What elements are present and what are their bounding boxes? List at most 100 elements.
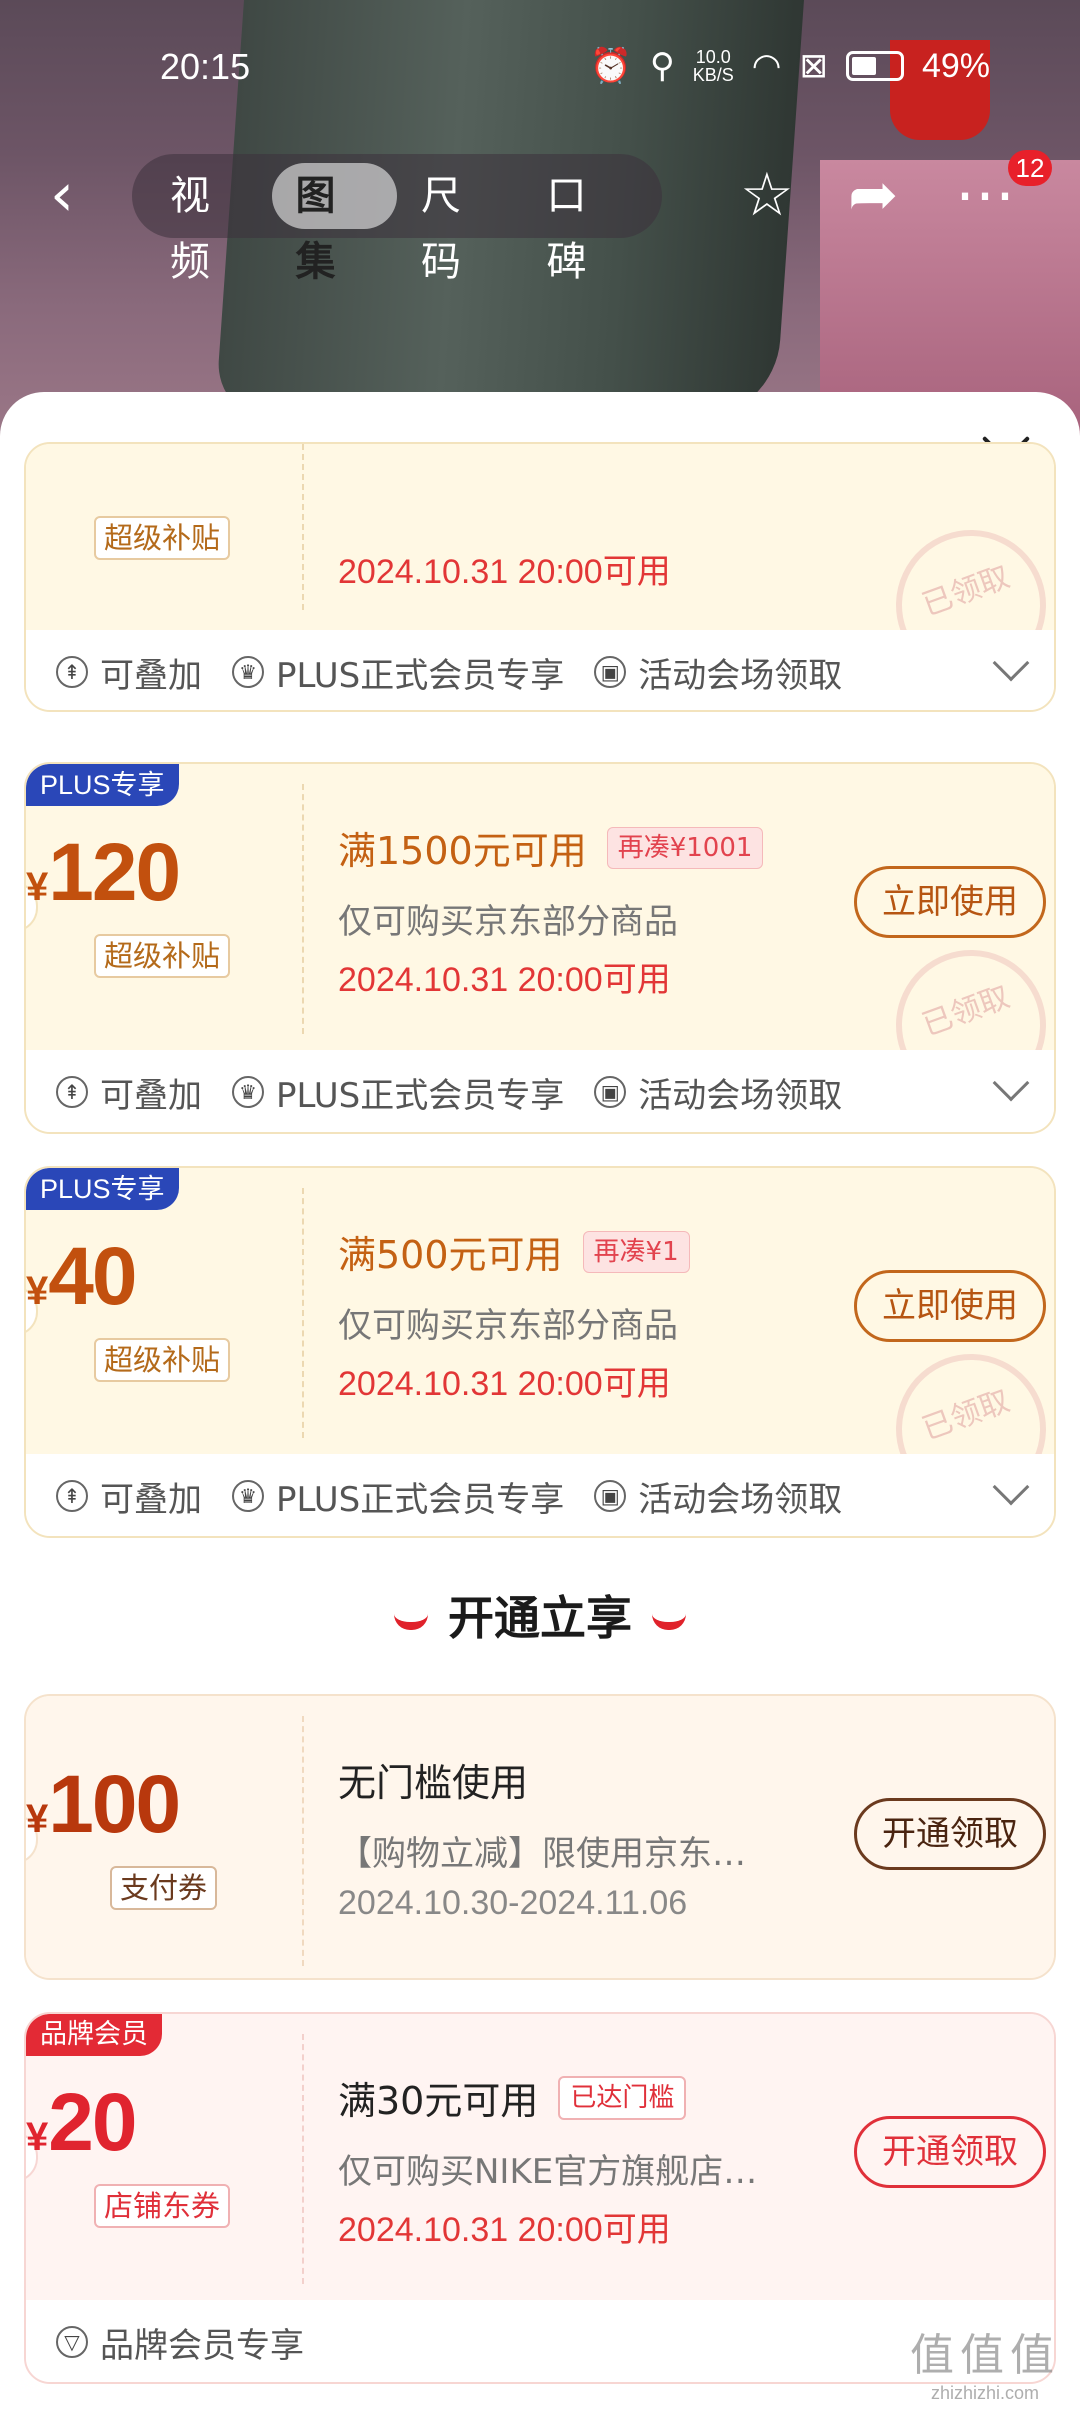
stackable-icon: ⇞ <box>56 1480 88 1512</box>
coupon-card: ¥120 超级补贴 满1500元可用 再凑¥1001 仅可购买京东部分商品 20… <box>24 762 1056 1134</box>
coupon-card: ¥40 超级补贴 满500元可用 再凑¥1 仅可购买京东部分商品 2024.10… <box>24 1166 1056 1538</box>
tab-gallery[interactable]: 图集 <box>271 163 397 285</box>
alarm-icon: ⏰ <box>589 47 632 85</box>
plus-exclusive-badge: PLUS专享 <box>26 1168 179 1210</box>
chevron-down-icon[interactable] <box>992 1468 1030 1506</box>
activate-claim-button[interactable]: 开通领取 <box>854 1798 1046 1870</box>
ticket-icon: ▣ <box>594 1076 627 1108</box>
coupon-footer[interactable]: ⇞ 可叠加 ♛ PLUS正式会员专享 ▣ 活动会场领取 <box>26 630 1054 710</box>
condition-text: 满500元可用 <box>338 1233 563 1277</box>
favorite-star-icon[interactable]: ☆ <box>740 160 794 230</box>
stackable-label: 可叠加 <box>100 1075 202 1116</box>
ticket-icon: ▣ <box>594 1480 627 1512</box>
smile-decoration-icon <box>394 1614 428 1630</box>
plus-member-label: PLUS正式会员专享 <box>276 1075 565 1116</box>
stackable-label: 可叠加 <box>100 1479 202 1520</box>
coupon-valid-date: 2024.10.31 20:00可用 <box>338 553 671 591</box>
brand-member-badge: 品牌会员 <box>26 2014 162 2056</box>
condition-text: 满30元可用 <box>338 2079 539 2123</box>
venue-claim-label: 活动会场领取 <box>638 655 843 696</box>
amount-value: 120 <box>48 827 181 918</box>
status-icons: ⏰ ⚲ 10.0 KB/S ◠ ⊠ 49% <box>589 46 990 86</box>
payment-coupon-card: ¥100 支付券 无门槛使用 【购物立减】限使用京东… 2024.10.30-2… <box>24 1694 1056 1980</box>
stackable-icon: ⇞ <box>56 656 88 688</box>
coupon-footer: ▽ 品牌会员专享 <box>26 2300 1054 2382</box>
watermark: 值值值 zhizhizhi.com <box>910 2319 1060 2404</box>
status-bar: 20:15 ⏰ ⚲ 10.0 KB/S ◠ ⊠ 49% <box>0 40 1080 100</box>
battery-level: 49% <box>921 46 990 85</box>
notification-badge: 12 <box>1008 150 1052 186</box>
coupon-type-tag: 超级补贴 <box>94 516 231 560</box>
coupon-scope: 仅可购买京东部分商品 <box>338 1306 678 1346</box>
coupon-condition: 满1500元可用 再凑¥1001 <box>338 820 764 875</box>
media-tabs: 视频 图集 尺码 口碑 <box>132 154 662 285</box>
plus-member-label: PLUS正式会员专享 <box>276 655 565 696</box>
coupon-type-tag: 超级补贴 <box>94 934 231 978</box>
network-speed: 10.0 KB/S <box>693 48 734 84</box>
coupon-main: ¥40 超级补贴 满500元可用 再凑¥1 仅可购买京东部分商品 2024.10… <box>26 1168 1054 1526</box>
venue-claim-label: 活动会场领取 <box>638 1075 843 1116</box>
gap-amount-badge: 再凑¥1001 <box>606 826 764 869</box>
chevron-down-icon[interactable] <box>992 644 1030 682</box>
coupon-card-partial: 超级补贴 2024.10.31 20:00可用 已领取 ⇞ 可叠加 ♛ PLUS正式… <box>24 442 1056 712</box>
tab-video[interactable]: 视频 <box>146 163 272 285</box>
coupon-condition: 满30元可用 已达门槛 <box>338 2070 687 2125</box>
brand-member-icon: ▽ <box>56 2326 88 2358</box>
coupon-condition: 满500元可用 再凑¥1 <box>338 1224 690 1279</box>
chevron-down-icon[interactable] <box>992 1064 1030 1102</box>
wifi-icon: ◠ <box>751 47 782 85</box>
coupon-scope: 仅可购买京东部分商品 <box>338 902 678 942</box>
coupon-scope: 【购物立减】限使用京东… <box>338 1834 746 1874</box>
threshold-met-badge: 已达门槛 <box>558 2075 687 2120</box>
coupon-valid-date: 2024.10.31 20:00可用 <box>338 1365 671 1403</box>
crown-icon: ♛ <box>232 656 264 688</box>
coupon-type-tag: 超级补贴 <box>94 1338 231 1382</box>
brand-coupon-card: ¥20 店铺东券 满30元可用 已达门槛 仅可购买NIKE官方旗舰店… 2024… <box>24 2012 1056 2384</box>
coupon-footer[interactable]: ⇞ 可叠加 ♛ PLUS正式会员专享 ▣ 活动会场领取 <box>26 1454 1054 1536</box>
amount-value: 100 <box>48 1759 181 1850</box>
crown-icon: ♛ <box>232 1480 264 1512</box>
tab-reviews[interactable]: 口碑 <box>523 163 649 285</box>
coupon-main: ¥120 超级补贴 满1500元可用 再凑¥1001 仅可购买京东部分商品 20… <box>26 764 1054 1122</box>
tab-size[interactable]: 尺码 <box>397 163 523 285</box>
coupon-amount: ¥20 <box>26 2076 302 2170</box>
amount-value: 20 <box>48 2077 137 2168</box>
use-now-button[interactable]: 立即使用 <box>854 866 1046 938</box>
smile-decoration-icon <box>652 1614 686 1630</box>
condition-text: 无门槛使用 <box>338 1761 529 1805</box>
watermark-logo: 值值值 <box>910 2330 1060 2381</box>
coupon-footer[interactable]: ⇞ 可叠加 ♛ PLUS正式会员专享 ▣ 活动会场领取 <box>26 1050 1054 1132</box>
coupon-amount: ¥100 <box>26 1758 302 1852</box>
plus-exclusive-badge: PLUS专享 <box>26 764 179 806</box>
stackable-icon: ⇞ <box>56 1076 88 1108</box>
discount-sheet: 优惠 超级补贴 2024.10.31 20:00可用 已领取 ⇞可叠加 ♛PLU… <box>0 392 1080 2412</box>
coupon-amount: ¥40 <box>26 1230 302 1324</box>
coupon-main: 超级补贴 2024.10.31 20:00可用 已领取 <box>26 444 1054 702</box>
share-icon[interactable]: ➦ <box>848 160 898 230</box>
net-speed-value: 10.0 <box>695 47 731 67</box>
coupon-valid-date: 2024.10.31 20:00可用 <box>338 961 671 999</box>
coupon-type-tag: 支付券 <box>110 1866 218 1910</box>
more-icon[interactable]: ⋯ <box>955 160 1015 230</box>
stackable-label: 可叠加 <box>100 655 202 696</box>
section-title: 开通立享 <box>448 1591 632 1645</box>
brand-member-label: 品牌会员专享 <box>100 2325 304 2366</box>
coupon-type-tag: 店铺东券 <box>94 2184 231 2228</box>
currency-symbol: ¥ <box>26 1797 49 1841</box>
currency-symbol: ¥ <box>26 1269 49 1313</box>
coupon-valid-date: 2024.10.31 20:00可用 <box>338 2211 671 2249</box>
use-now-button[interactable]: 立即使用 <box>854 1270 1046 1342</box>
activate-claim-button[interactable]: 开通领取 <box>854 2116 1046 2188</box>
currency-symbol: ¥ <box>26 2115 49 2159</box>
back-button[interactable]: ‹ <box>50 160 110 230</box>
plus-member-label: PLUS正式会员专享 <box>276 1479 565 1520</box>
net-speed-unit: KB/S <box>692 65 734 85</box>
amount-value: 40 <box>48 1231 137 1322</box>
location-icon: ⚲ <box>649 47 675 85</box>
status-time: 20:15 <box>160 46 251 87</box>
currency-symbol: ¥ <box>26 865 49 909</box>
coupon-amount: ¥120 <box>26 826 302 920</box>
coupon-scope: 仅可购买NIKE官方旗舰店… <box>338 2152 758 2192</box>
watermark-url: zhizhizhi.com <box>930 2383 1040 2403</box>
coupon-main: ¥100 支付券 无门槛使用 【购物立减】限使用京东… 2024.10.30-2… <box>26 1696 1054 1978</box>
